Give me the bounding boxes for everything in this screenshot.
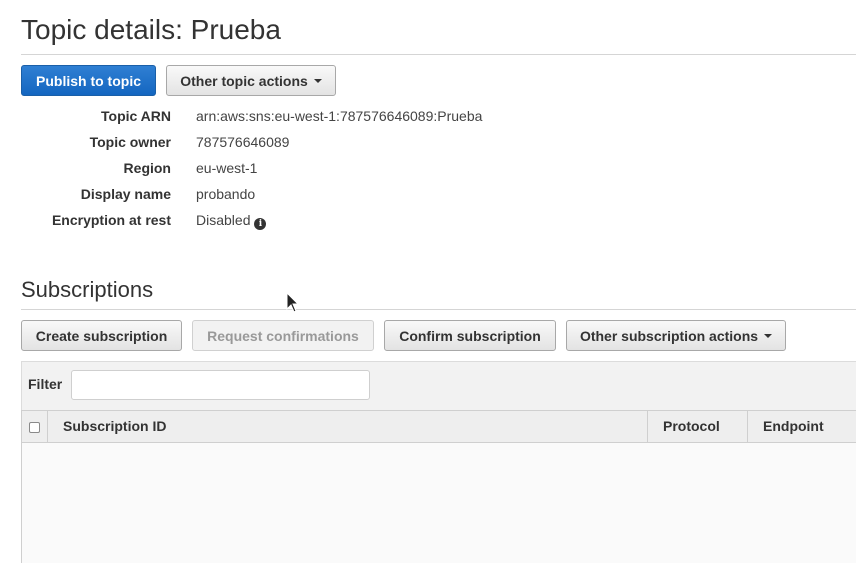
create-subscription-label: Create subscription	[35, 327, 168, 344]
select-all-cell	[22, 411, 48, 442]
subscriptions-divider	[21, 309, 856, 310]
mouse-cursor-icon	[286, 292, 300, 313]
confirm-subscription-label: Confirm subscription	[399, 327, 541, 344]
other-subscription-actions-label: Other subscription actions	[579, 327, 759, 344]
table-header: Subscription ID Protocol Endpoint	[22, 410, 856, 443]
confirm-subscription-button[interactable]: Confirm subscription	[384, 320, 556, 351]
detail-label: Display name	[80, 186, 171, 202]
encryption-status: Disabled	[196, 212, 251, 228]
other-topic-actions-dropdown[interactable]: Other topic actions	[166, 65, 336, 96]
select-all-checkbox[interactable]	[29, 422, 40, 433]
subscriptions-table: Subscription ID Protocol Endpoint	[21, 410, 856, 563]
filter-bar: Filter	[21, 361, 856, 411]
encryption-value: Disabled i	[196, 210, 267, 230]
publish-to-topic-button[interactable]: Publish to topic	[21, 65, 156, 96]
topic-arn-value: arn:aws:sns:eu-west-1:787576646089:Prueb…	[196, 108, 483, 124]
column-header-endpoint[interactable]: Endpoint	[748, 411, 856, 442]
detail-label: Encryption at rest	[51, 212, 171, 228]
publish-to-topic-label: Publish to topic	[36, 72, 141, 89]
display-name-value: probando	[196, 186, 256, 202]
create-subscription-button[interactable]: Create subscription	[21, 320, 182, 351]
subscriptions-title: Subscriptions	[21, 277, 154, 302]
detail-label: Topic owner	[89, 134, 171, 150]
filter-label: Filter	[28, 376, 63, 392]
caret-down-icon	[313, 78, 322, 83]
column-header-protocol[interactable]: Protocol	[648, 411, 748, 442]
request-confirmations-button[interactable]: Request confirmations	[192, 320, 374, 351]
other-subscription-actions-dropdown[interactable]: Other subscription actions	[566, 320, 786, 351]
caret-down-icon	[764, 333, 773, 338]
detail-label: Region	[123, 160, 171, 176]
other-topic-actions-label: Other topic actions	[180, 72, 308, 89]
column-header-subscription-id[interactable]: Subscription ID	[48, 411, 648, 442]
region-value: eu-west-1	[196, 160, 258, 176]
detail-label: Topic ARN	[101, 108, 171, 124]
topic-owner-value: 787576646089	[196, 134, 290, 150]
title-divider	[21, 54, 856, 55]
filter-input[interactable]	[71, 370, 370, 400]
page-title: Topic details: Prueba	[21, 14, 281, 45]
info-icon[interactable]: i	[254, 218, 267, 230]
request-confirmations-label: Request confirmations	[207, 327, 359, 344]
